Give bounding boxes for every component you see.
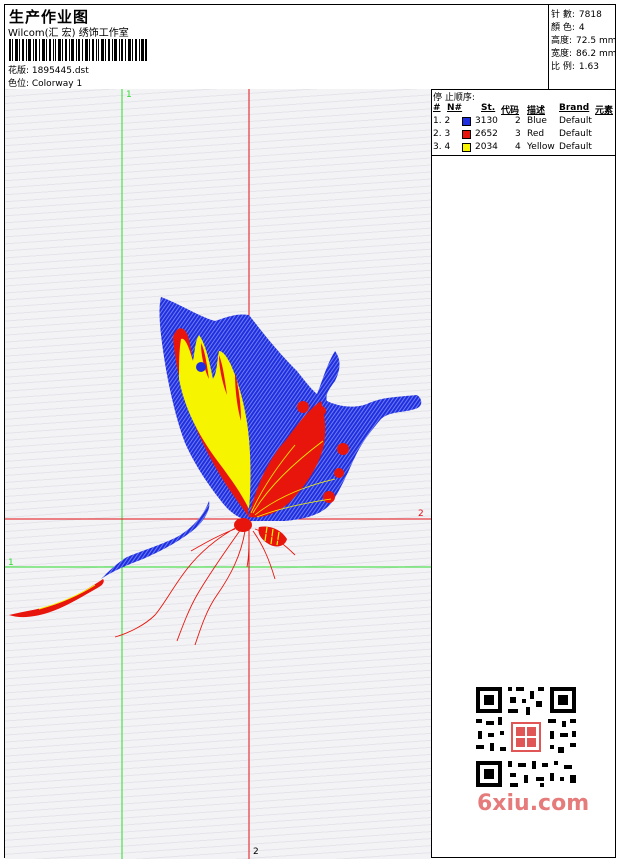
- row-brand: Default: [559, 129, 592, 139]
- red-axis-label-bottom: 2: [253, 847, 259, 857]
- color-swatch-yellow: [462, 143, 471, 152]
- lower-wing-tail: [9, 579, 104, 618]
- row-index: 1. 2: [433, 116, 451, 126]
- qr-code: [470, 681, 582, 793]
- stat-scale: 比 例: 1.63: [551, 62, 599, 72]
- row-description: Red: [527, 129, 545, 139]
- row-code: 3: [515, 129, 521, 139]
- row-description: Yellow: [527, 142, 555, 152]
- row-index: 3. 4: [433, 142, 451, 152]
- barcode: [9, 39, 147, 61]
- column-header-element: 元素: [595, 106, 614, 116]
- column-header-needle: N#: [447, 103, 463, 113]
- butterfly-design: [5, 89, 431, 859]
- design-canvas: 1 1 2 2: [5, 89, 431, 859]
- stat-colors: 顏 色: 4: [551, 23, 585, 33]
- design-file-name: 花版: 1895445.dst: [8, 66, 89, 76]
- stat-height: 高度: 72.5 mm: [551, 36, 617, 46]
- row-brand: Default: [559, 116, 592, 126]
- green-axis-label-top: 1: [126, 90, 132, 100]
- lower-wing-tail-yellow: [38, 584, 96, 610]
- row-description: Blue: [527, 116, 547, 126]
- wing-spot-4: [334, 468, 344, 478]
- butterfly-legs: [114, 526, 296, 646]
- production-worksheet: 生产作业图 Wilcom(汇 宏) 绣饰工作室 花版: 1895445.dst …: [4, 4, 617, 859]
- wing-spot-2: [316, 406, 326, 416]
- column-header-code: 代码: [501, 106, 520, 116]
- color-swatch-blue: [462, 117, 471, 126]
- color-swatch-red: [462, 130, 471, 139]
- row-stitches: 2652: [475, 129, 498, 139]
- column-header-stitches: St.: [481, 103, 496, 113]
- stat-stitches: 针 數: 7818: [551, 10, 602, 20]
- column-header-index: #: [433, 103, 441, 113]
- wing-spot-blue: [196, 362, 206, 372]
- colorway-name: 色位: Colorway 1: [8, 79, 83, 89]
- stat-width: 宽度: 86.2 mm: [551, 49, 617, 59]
- butterfly-body: [234, 518, 252, 532]
- site-watermark: 6xiu.com: [477, 791, 590, 816]
- row-stitches: 3130: [475, 116, 498, 126]
- stop-sequence-title: 停 止顺序:: [433, 93, 475, 103]
- column-header-description: 描述: [527, 106, 546, 116]
- company-name: Wilcom(汇 宏) 绣饰工作室: [8, 28, 129, 39]
- sequence-table-bottom: [431, 155, 615, 156]
- red-axis-label-right: 2: [418, 509, 424, 519]
- wing-spot-5: [323, 491, 335, 503]
- design-panel-divider: [431, 89, 432, 857]
- stats-panel: 针 數: 7818 顏 色: 4 高度: 72.5 mm 宽度: 86.2 mm 比 例…: [549, 5, 617, 89]
- row-brand: Default: [559, 142, 592, 152]
- wing-spot-1: [297, 401, 309, 413]
- row-code: 4: [515, 142, 521, 152]
- row-index: 2. 3: [433, 129, 451, 139]
- column-header-brand: Brand: [559, 103, 590, 113]
- wing-spot-3: [337, 443, 349, 455]
- row-code: 2: [515, 116, 521, 126]
- green-axis-label-left: 1: [8, 558, 14, 568]
- row-stitches: 2034: [475, 142, 498, 152]
